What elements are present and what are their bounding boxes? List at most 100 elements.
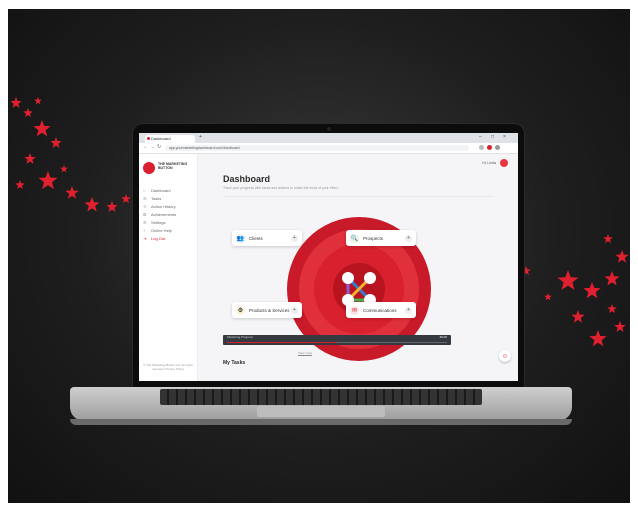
laptop-screen: Dashboard + – □ × ← → ↻ app.yourmarketin… — [139, 133, 518, 381]
clients-icon: 👥 — [236, 233, 245, 243]
logout-icon: ⇥ — [143, 235, 147, 241]
prospects-icon: 🔍 — [350, 233, 359, 243]
star-shape — [106, 201, 118, 212]
maximize-button[interactable]: □ — [491, 134, 494, 140]
star-shape — [50, 137, 62, 148]
star-shape — [65, 186, 79, 199]
sidebar-item-label: Log Out — [151, 235, 166, 241]
user-greeting: Hi, Linda — [482, 161, 496, 165]
clients-card[interactable]: 👥 Clients + — [232, 230, 302, 246]
products-icon: ⚙ — [236, 305, 245, 315]
communications-card[interactable]: ✉ Communications + — [346, 302, 416, 318]
award-icon: ✪ — [143, 211, 147, 217]
add-product-button[interactable]: + — [291, 306, 298, 314]
sidebar-nav: ⌂ Dashboard ☰ Tasks ⟲ Action History ✪ Achie… — [143, 186, 195, 242]
chat-icon: ☺ — [501, 352, 509, 360]
brand-logo[interactable] — [143, 162, 155, 174]
star-shape — [615, 250, 629, 263]
sidebar-item-settings[interactable]: ⚙ Settings — [143, 218, 195, 226]
sidebar-item-label: Achievements — [151, 211, 177, 217]
menu-dots-icon[interactable] — [495, 145, 500, 150]
sidebar-item-label: Tasks — [151, 195, 162, 201]
communications-icon: ✉ — [350, 305, 359, 315]
back-arrow-icon[interactable]: ← — [143, 144, 148, 150]
avatar[interactable] — [500, 159, 508, 167]
star-shape — [33, 120, 51, 137]
main-content: Hi, Linda Dashboard Track your progress … — [198, 154, 518, 381]
star-shape — [60, 165, 68, 173]
sidebar-item-online-help[interactable]: ? Online Help — [143, 226, 195, 234]
user-menu[interactable]: Hi, Linda — [482, 159, 508, 167]
star-shape — [10, 97, 22, 108]
forward-arrow-icon[interactable]: → — [150, 144, 155, 150]
star-shape — [544, 293, 552, 301]
star-shape — [607, 304, 617, 313]
products-services-card[interactable]: ⚙ Products & Services + — [232, 302, 302, 318]
star-shape — [557, 270, 579, 290]
laptop-base — [70, 387, 572, 425]
gear-icon: ⚙ — [143, 219, 147, 225]
divider — [223, 196, 493, 197]
history-icon: ⟲ — [143, 203, 147, 209]
extension-icon[interactable] — [479, 145, 484, 150]
view-more-link[interactable]: View more — [298, 351, 312, 355]
add-client-button[interactable]: + — [291, 234, 298, 242]
help-icon: ? — [143, 227, 146, 233]
card-label: Prospects — [363, 235, 384, 241]
sidebar-item-label: Action History — [151, 203, 176, 209]
prospects-card[interactable]: 🔍 Prospects + — [346, 230, 416, 246]
list-icon: ☰ — [143, 195, 147, 201]
sidebar-item-tasks[interactable]: ☰ Tasks — [143, 194, 195, 202]
chat-widget-button[interactable]: ☺ — [499, 350, 511, 362]
keyboard — [160, 389, 482, 405]
sidebar: THE MARKETING BUTTON ⌂ Dashboard ☰ Tasks ⟲… — [139, 154, 198, 381]
laptop-lid: Dashboard + – □ × ← → ↻ app.yourmarketin… — [133, 124, 524, 387]
star-shape — [24, 153, 36, 164]
favicon-icon — [147, 137, 150, 140]
progress-label: Marketing Progress — [227, 335, 254, 339]
home-icon: ⌂ — [143, 187, 146, 193]
my-tasks-heading: My Tasks — [223, 360, 246, 366]
close-window-button[interactable]: × — [503, 134, 506, 140]
tab-title: Dashboard — [151, 136, 171, 141]
add-prospect-button[interactable]: + — [405, 234, 412, 242]
browser-tabbar: Dashboard + – □ × — [139, 133, 518, 143]
star-shape — [34, 97, 42, 105]
background-frame: Dashboard + – □ × ← → ↻ app.yourmarketin… — [8, 9, 630, 503]
new-tab-button[interactable]: + — [199, 134, 202, 140]
trackpad — [257, 406, 385, 417]
sidebar-item-achievements[interactable]: ✪ Achievements — [143, 210, 195, 218]
star-shape — [23, 108, 33, 117]
progress-bar: Marketing Progress 46.00 — [223, 335, 451, 345]
card-label: Communications — [363, 307, 397, 313]
card-label: Clients — [249, 235, 263, 241]
sidebar-item-action-history[interactable]: ⟲ Action History — [143, 202, 195, 210]
star-shape — [604, 271, 620, 286]
page-subtitle: Track your progress with tasks and actio… — [223, 186, 339, 190]
minimize-button[interactable]: – — [479, 134, 482, 140]
url-input[interactable]: app.yourmarketingdashboard.com/dashboard — [165, 145, 469, 151]
progress-fill — [227, 341, 337, 343]
card-label: Products & Services — [249, 307, 290, 313]
progress-value: 46.00 — [439, 335, 447, 339]
browser-address-bar: ← → ↻ app.yourmarketingdashboard.com/das… — [139, 143, 518, 154]
base-lip — [70, 419, 572, 425]
profile-icon[interactable] — [487, 145, 492, 150]
browser-tab[interactable]: Dashboard — [145, 135, 195, 143]
star-shape — [571, 310, 585, 323]
star-shape — [589, 330, 607, 347]
sidebar-item-dashboard[interactable]: ⌂ Dashboard — [143, 186, 195, 194]
star-shape — [614, 321, 626, 332]
star-shape — [84, 197, 100, 212]
add-communication-button[interactable]: + — [405, 306, 412, 314]
brand-logo-text: THE MARKETING BUTTON — [158, 162, 188, 170]
sidebar-item-label: Settings — [151, 219, 166, 225]
star-shape — [38, 171, 58, 190]
camera-dot — [327, 127, 331, 131]
star-shape — [15, 180, 25, 189]
page-title: Dashboard — [223, 174, 271, 184]
star-shape — [121, 194, 131, 203]
progress-track — [227, 341, 447, 343]
sidebar-item-log-out[interactable]: ⇥ Log Out — [143, 234, 195, 242]
reload-icon[interactable]: ↻ — [157, 144, 161, 150]
